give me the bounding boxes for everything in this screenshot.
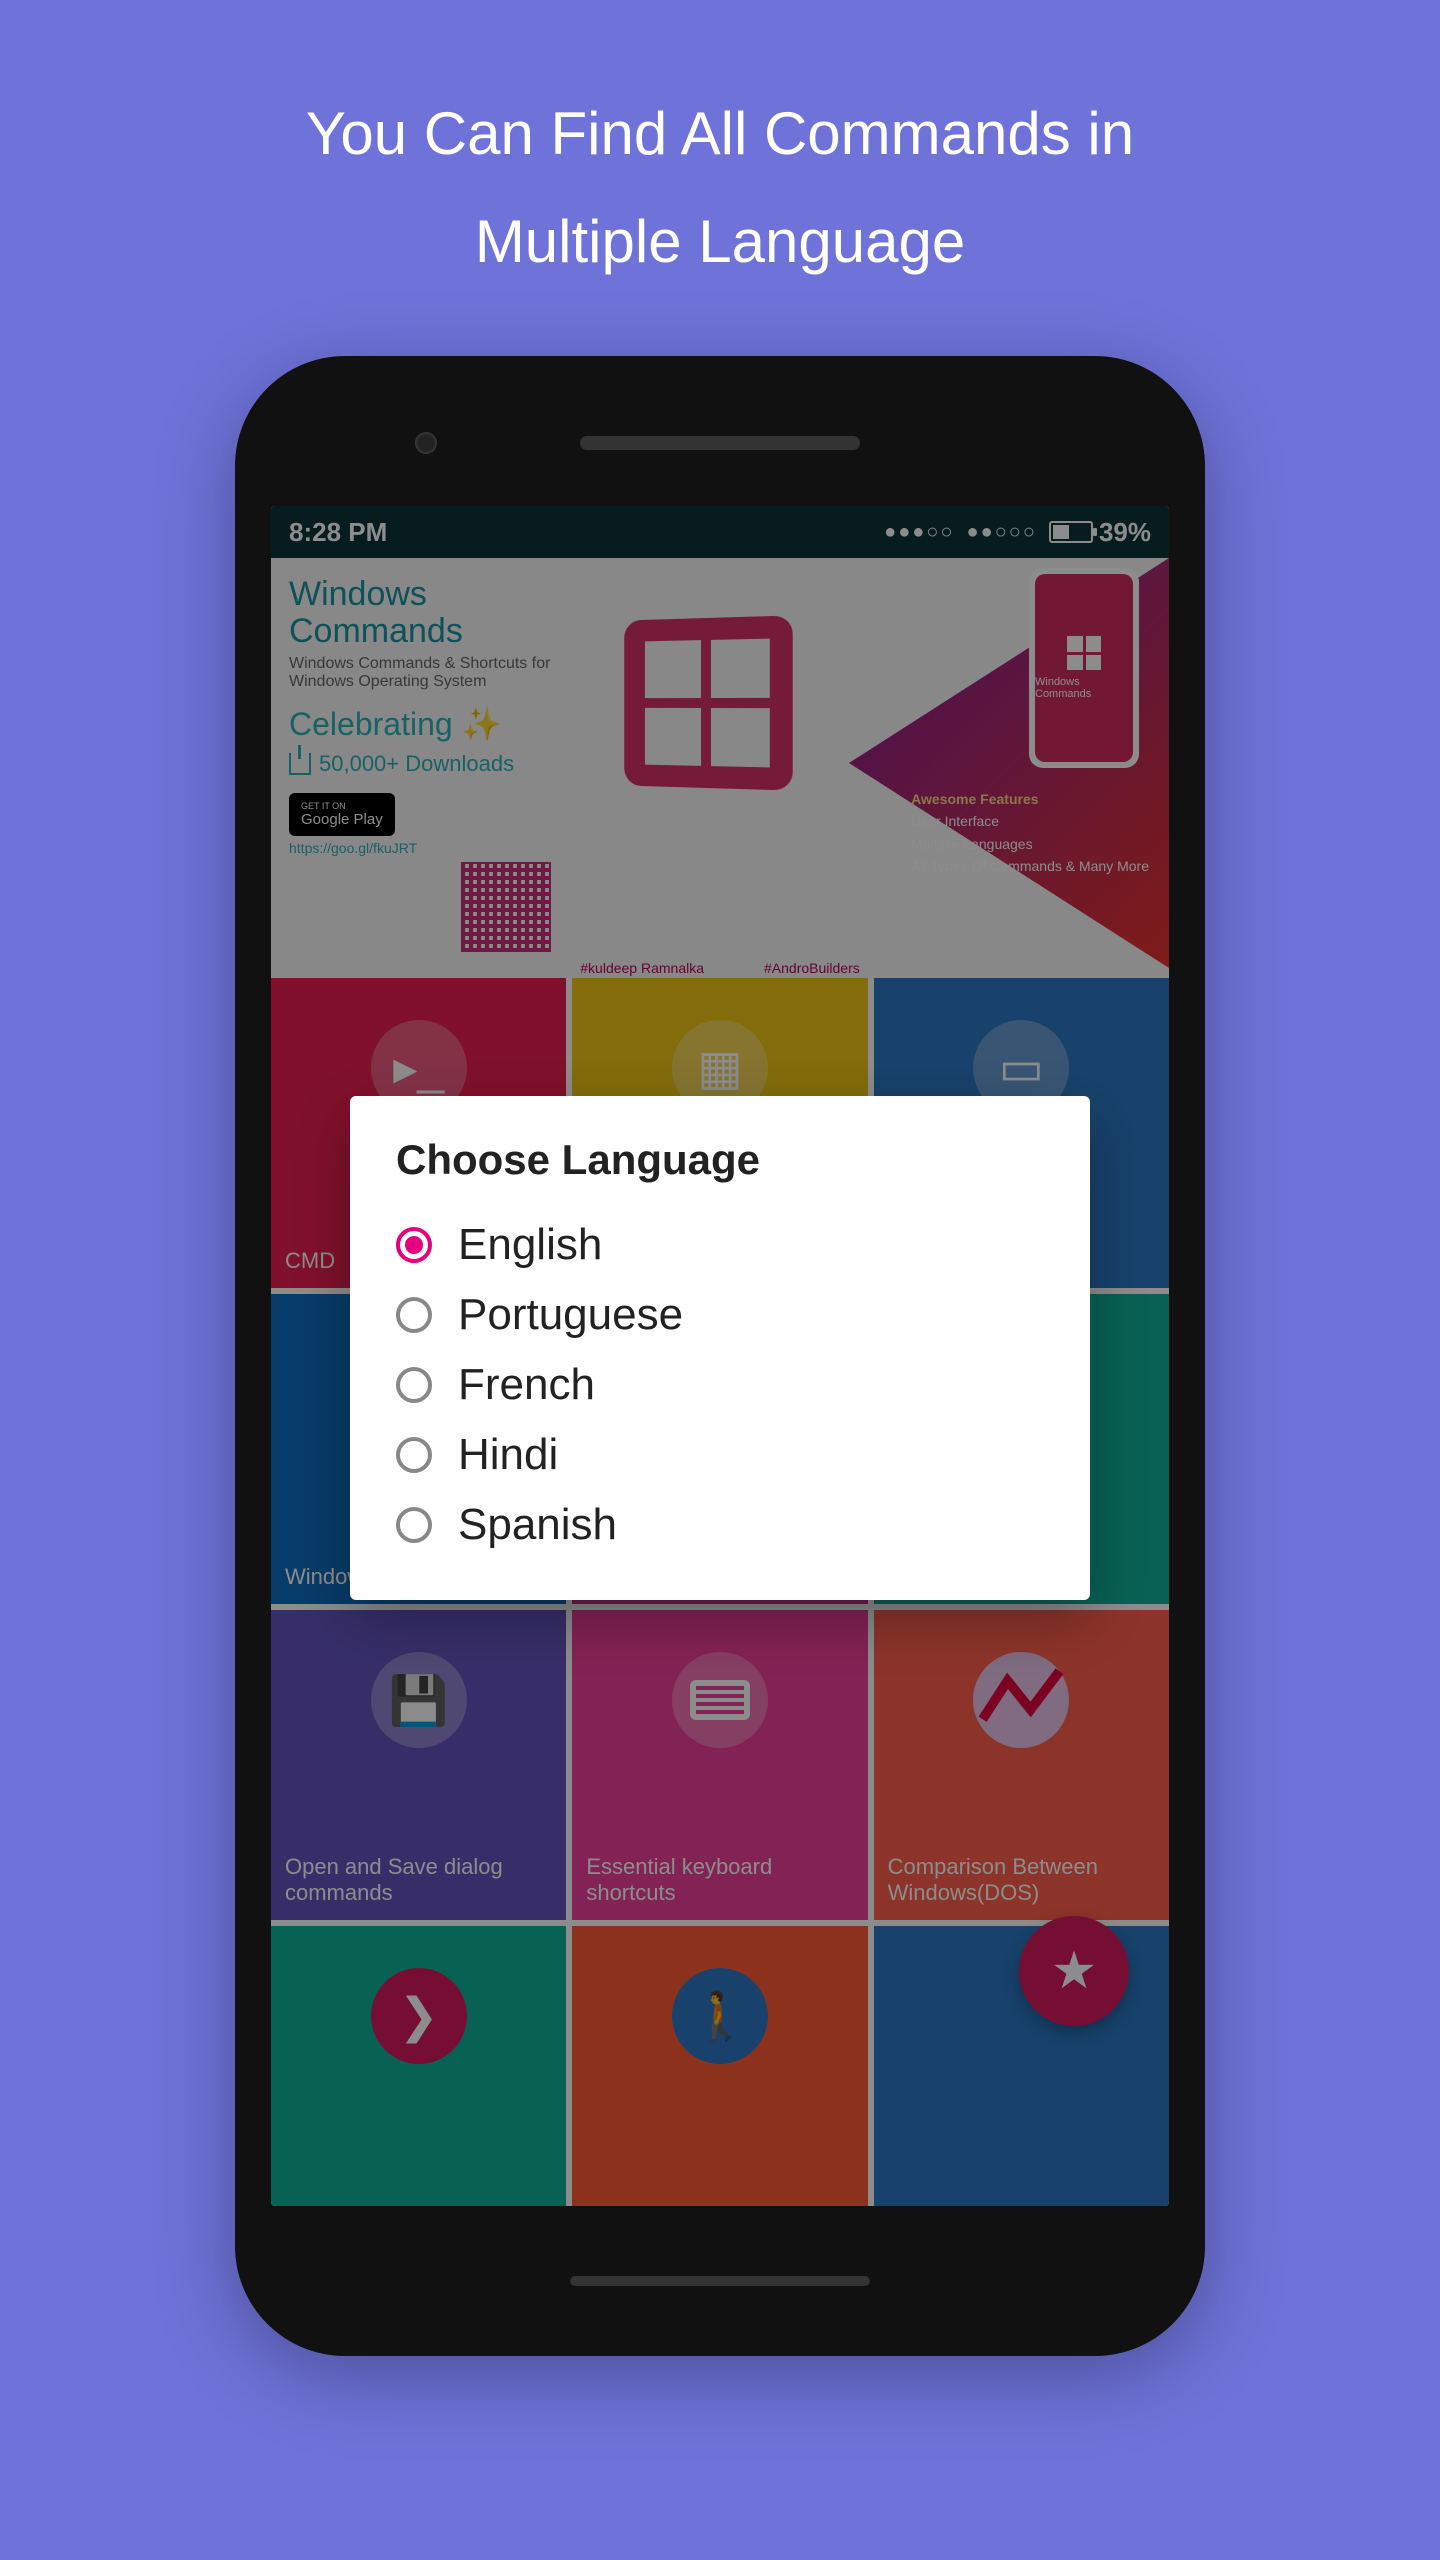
lang-option-hindi[interactable]: Hindi — [396, 1420, 1044, 1490]
option-label: French — [458, 1360, 595, 1410]
radio-icon — [396, 1437, 432, 1473]
dialog-title: Choose Language — [396, 1136, 1044, 1184]
language-dialog: Choose Language English Portuguese Frenc… — [350, 1096, 1090, 1600]
lang-option-french[interactable]: French — [396, 1350, 1044, 1420]
option-label: English — [458, 1220, 602, 1270]
app-screen: 8:28 PM ●●●○○ ●●○○○ 39% Windows Commands… — [271, 506, 1169, 2206]
home-indicator-icon — [570, 2276, 870, 2286]
speaker-grill-icon — [580, 436, 860, 450]
promo-line2: Multiple Language — [475, 208, 965, 275]
radio-selected-icon — [396, 1227, 432, 1263]
option-label: Hindi — [458, 1430, 558, 1480]
phone-frame: 8:28 PM ●●●○○ ●●○○○ 39% Windows Commands… — [235, 356, 1205, 2356]
promo-line1: You Can Find All Commands in — [306, 100, 1134, 167]
front-camera-icon — [415, 432, 437, 454]
radio-icon — [396, 1297, 432, 1333]
lang-option-spanish[interactable]: Spanish — [396, 1490, 1044, 1560]
radio-icon — [396, 1507, 432, 1543]
option-label: Spanish — [458, 1500, 617, 1550]
option-label: Portuguese — [458, 1290, 683, 1340]
promo-title: You Can Find All Commands in Multiple La… — [0, 0, 1440, 296]
lang-option-english[interactable]: English — [396, 1210, 1044, 1280]
lang-option-portuguese[interactable]: Portuguese — [396, 1280, 1044, 1350]
radio-icon — [396, 1367, 432, 1403]
